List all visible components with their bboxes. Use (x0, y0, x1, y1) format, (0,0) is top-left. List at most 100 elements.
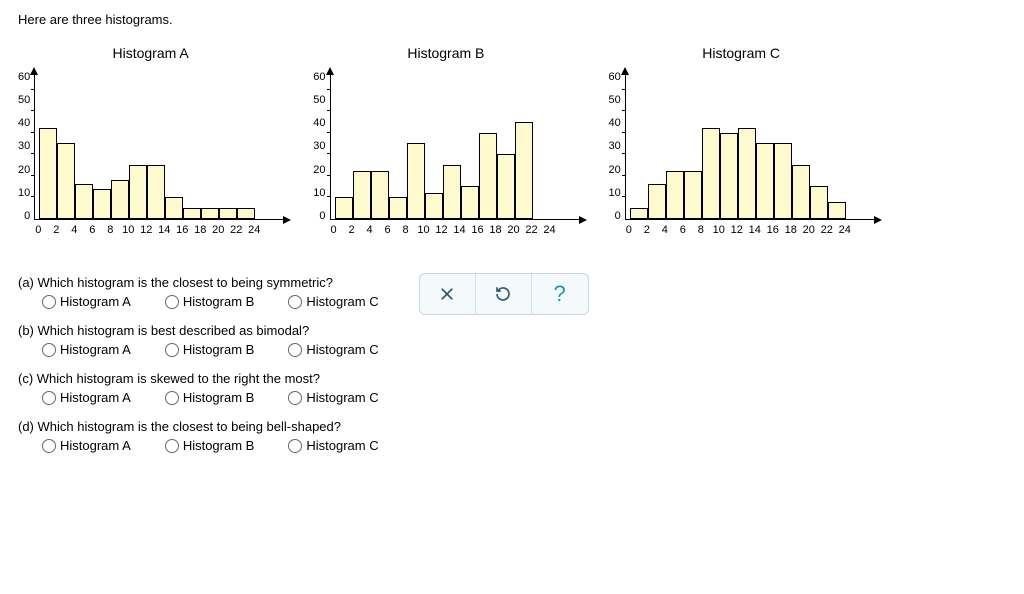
bar (237, 208, 255, 219)
radio-icon[interactable] (165, 391, 179, 405)
option-label: Histogram C (306, 390, 378, 405)
bars (335, 79, 551, 219)
x-tick-label: 4 (71, 224, 77, 236)
questions-block: (a) Which histogram is the closest to be… (18, 267, 379, 467)
option-label: Histogram A (60, 438, 131, 453)
bar (183, 208, 201, 219)
bar (630, 208, 648, 219)
help-button[interactable]: ? (532, 274, 588, 314)
bar (75, 184, 93, 218)
option-label: Histogram A (60, 342, 131, 357)
x-tick-label: 0 (330, 224, 336, 236)
reset-icon (494, 285, 512, 303)
bars (630, 79, 846, 219)
x-tick-label: 8 (698, 224, 704, 236)
options-row-d: Histogram A Histogram B Histogram C (42, 438, 379, 453)
bar (371, 171, 389, 218)
x-tick-label: 20 (212, 224, 224, 236)
close-button[interactable] (420, 274, 476, 314)
option-a-2[interactable]: Histogram C (288, 294, 378, 309)
bar (666, 171, 684, 218)
option-label: Histogram C (306, 342, 378, 357)
bar (425, 193, 443, 219)
bar (461, 186, 479, 218)
reset-button[interactable] (476, 274, 532, 314)
bar (219, 208, 237, 219)
bar (335, 197, 353, 219)
option-label: Histogram B (183, 390, 255, 405)
x-tick-label: 16 (471, 224, 483, 236)
plot-area (34, 75, 283, 220)
chart-title: Histogram B (407, 45, 484, 63)
option-d-2[interactable]: Histogram C (288, 438, 378, 453)
option-a-1[interactable]: Histogram B (165, 294, 255, 309)
bar (497, 154, 515, 219)
option-b-1[interactable]: Histogram B (165, 342, 255, 357)
bar (810, 186, 828, 218)
option-a-0[interactable]: Histogram A (42, 294, 131, 309)
option-d-0[interactable]: Histogram A (42, 438, 131, 453)
x-tick-label: 24 (248, 224, 260, 236)
question-text-a: (a) Which histogram is the closest to be… (18, 275, 379, 290)
bar (828, 202, 846, 219)
bar (111, 180, 129, 219)
option-c-2[interactable]: Histogram C (288, 390, 378, 405)
radio-icon[interactable] (42, 391, 56, 405)
bar (39, 128, 57, 218)
bar (756, 143, 774, 218)
radio-icon[interactable] (42, 295, 56, 309)
bar (792, 165, 810, 219)
x-tick-label: 6 (680, 224, 686, 236)
bar (129, 165, 147, 219)
radio-icon[interactable] (42, 343, 56, 357)
chart-title: Histogram C (702, 45, 780, 63)
charts-row: Histogram A60504030201000246810121416182… (18, 45, 1006, 239)
x-axis: 024681012141618202224 (625, 222, 873, 239)
radio-icon[interactable] (288, 391, 302, 405)
bar (720, 133, 738, 219)
option-label: Histogram C (306, 294, 378, 309)
chart-block-1: Histogram B60504030201000246810121416182… (313, 45, 578, 239)
intro-text: Here are three histograms. (18, 12, 1006, 27)
x-tick-label: 12 (140, 224, 152, 236)
radio-icon[interactable] (288, 295, 302, 309)
bar (57, 143, 75, 218)
x-tick-label: 4 (366, 224, 372, 236)
option-label: Histogram A (60, 390, 131, 405)
x-tick-label: 8 (402, 224, 408, 236)
question-text-c: (c) Which histogram is skewed to the rig… (18, 371, 379, 386)
x-tick-label: 22 (525, 224, 537, 236)
x-tick-label: 10 (417, 224, 429, 236)
x-axis: 024681012141618202224 (34, 222, 282, 239)
x-tick-label: 20 (507, 224, 519, 236)
option-c-0[interactable]: Histogram A (42, 390, 131, 405)
options-row-c: Histogram A Histogram B Histogram C (42, 390, 379, 405)
bar (201, 208, 219, 219)
x-tick-label: 2 (53, 224, 59, 236)
x-tick-label: 18 (489, 224, 501, 236)
radio-icon[interactable] (288, 439, 302, 453)
radio-icon[interactable] (165, 295, 179, 309)
x-tick-label: 12 (731, 224, 743, 236)
bar (147, 165, 165, 219)
option-d-1[interactable]: Histogram B (165, 438, 255, 453)
x-tick-label: 0 (626, 224, 632, 236)
chart-block-0: Histogram A60504030201000246810121416182… (18, 45, 283, 239)
question-text-b: (b) Which histogram is best described as… (18, 323, 379, 338)
option-b-2[interactable]: Histogram C (288, 342, 378, 357)
option-c-1[interactable]: Histogram B (165, 390, 255, 405)
radio-icon[interactable] (42, 439, 56, 453)
bar (738, 128, 756, 218)
x-tick-label: 10 (713, 224, 725, 236)
radio-icon[interactable] (288, 343, 302, 357)
plot-area (330, 75, 579, 220)
option-label: Histogram A (60, 294, 131, 309)
option-b-0[interactable]: Histogram A (42, 342, 131, 357)
x-tick-label: 2 (348, 224, 354, 236)
x-tick-label: 24 (543, 224, 555, 236)
x-tick-label: 22 (230, 224, 242, 236)
radio-icon[interactable] (165, 439, 179, 453)
radio-icon[interactable] (165, 343, 179, 357)
bar (648, 184, 666, 218)
x-axis: 024681012141618202224 (330, 222, 578, 239)
